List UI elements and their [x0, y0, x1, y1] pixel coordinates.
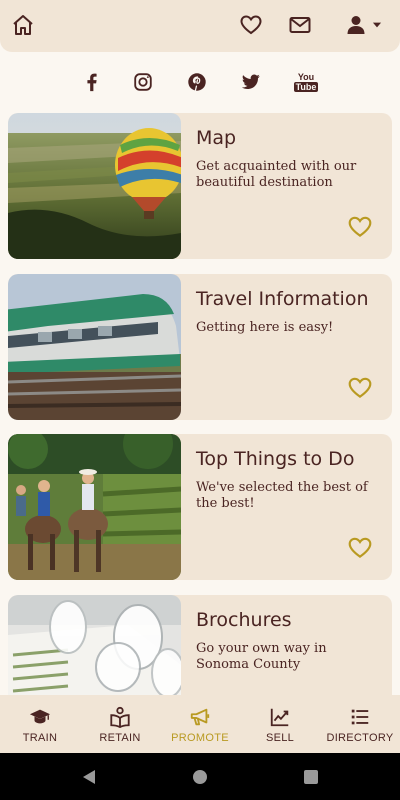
line-chart-icon — [270, 708, 289, 727]
favorite-heart-icon[interactable] — [346, 534, 374, 562]
youtube-icon[interactable]: You Tube — [292, 68, 320, 96]
graduation-cap-icon — [29, 709, 51, 724]
nav-sell[interactable]: SELL — [240, 695, 320, 753]
chevron-down-icon — [372, 22, 382, 28]
nav-label: DIRECTORY — [326, 732, 394, 744]
card-travel-information[interactable]: Travel Information Getting here is easy! — [8, 274, 392, 420]
megaphone-icon — [190, 708, 210, 726]
nav-retain[interactable]: RETAIN — [80, 695, 160, 753]
card-description: We've selected the best of the best! — [196, 480, 368, 511]
pinterest-icon[interactable] — [183, 68, 211, 96]
nav-promote[interactable]: PROMOTE — [160, 695, 240, 753]
favorite-heart-icon[interactable] — [346, 374, 374, 402]
bottom-navigation: TRAIN RETAIN PROMOTE SELL DIRECTORY — [0, 695, 400, 753]
favorite-heart-icon[interactable] — [346, 213, 374, 241]
card-title: Travel Information — [196, 288, 369, 310]
book-reader-icon — [110, 706, 130, 728]
nav-directory[interactable]: DIRECTORY — [320, 695, 400, 753]
nav-label: TRAIN — [22, 732, 58, 744]
nav-label: SELL — [265, 732, 295, 744]
card-title: Brochures — [196, 609, 292, 631]
list-icon — [351, 709, 369, 725]
back-icon[interactable] — [80, 768, 98, 786]
instagram-icon[interactable] — [129, 68, 157, 96]
youtube-label-bottom: Tube — [293, 82, 319, 92]
social-links: You Tube — [0, 68, 400, 96]
vineyard-hot-air-balloon-photo — [8, 113, 181, 259]
recents-square-icon[interactable] — [302, 768, 320, 786]
home-circle-icon[interactable] — [191, 768, 209, 786]
facebook-icon[interactable] — [78, 68, 106, 96]
green-commuter-train-photo — [8, 274, 181, 420]
horseback-riding-vineyard-photo — [8, 434, 181, 580]
favorites-heart-icon[interactable] — [238, 12, 264, 38]
card-description: Get acquainted with our beautiful destin… — [196, 159, 357, 190]
user-icon — [347, 16, 365, 34]
card-title: Map — [196, 127, 237, 149]
nav-label: RETAIN — [99, 732, 141, 744]
card-description: Getting here is easy! — [196, 320, 334, 335]
nav-train[interactable]: TRAIN — [0, 695, 80, 753]
card-map[interactable]: Map Get acquainted with our beautiful de… — [8, 113, 392, 259]
nav-label: PROMOTE — [171, 732, 229, 744]
twitter-icon[interactable] — [237, 68, 265, 96]
mail-icon[interactable] — [287, 12, 313, 38]
home-icon[interactable] — [10, 12, 36, 38]
card-top-things-to-do[interactable]: Top Things to Do We've selected the best… — [8, 434, 392, 580]
card-title: Top Things to Do — [196, 448, 355, 470]
youtube-label-top: You — [297, 72, 315, 82]
card-description: Go your own way in Sonoma County — [196, 641, 327, 672]
app-header — [0, 0, 400, 52]
system-navigation-bar — [0, 753, 400, 800]
account-menu-button[interactable] — [340, 12, 388, 38]
